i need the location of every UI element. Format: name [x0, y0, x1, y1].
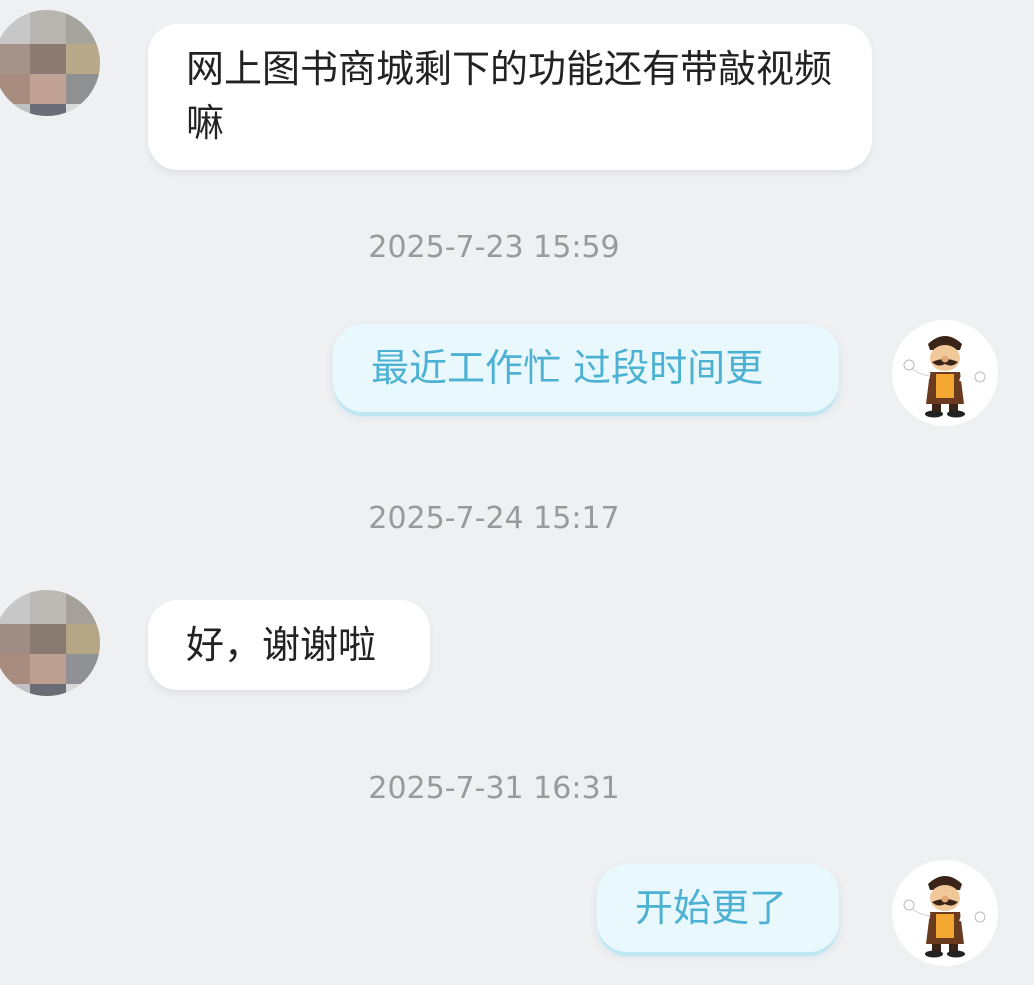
message-text: 网上图书商城剩下的功能还有带敲视频嘛	[186, 47, 833, 145]
my-avatar[interactable]	[892, 320, 998, 426]
timestamp: 2025-7-24 15:17	[368, 501, 620, 536]
timestamp: 2025-7-31 16:31	[368, 771, 620, 806]
cartoon-chef-avatar-icon	[892, 320, 998, 426]
pixelated-avatar-icon	[0, 590, 100, 696]
timestamp: 2025-7-23 15:59	[368, 230, 620, 265]
message-bubble-incoming[interactable]: 好，谢谢啦	[148, 600, 430, 690]
message-text: 最近工作忙 过段时间更	[371, 346, 764, 390]
my-avatar[interactable]	[892, 860, 998, 966]
pixelated-avatar-icon	[0, 10, 100, 116]
message-bubble-outgoing[interactable]: 最近工作忙 过段时间更	[333, 324, 839, 412]
message-text: 好，谢谢啦	[186, 623, 377, 667]
message-bubble-incoming[interactable]: 网上图书商城剩下的功能还有带敲视频嘛	[148, 24, 872, 170]
message-text: 开始更了	[635, 886, 788, 930]
other-user-avatar[interactable]	[0, 10, 100, 116]
other-user-avatar[interactable]	[0, 590, 100, 696]
cartoon-chef-avatar-icon	[892, 860, 998, 966]
message-bubble-outgoing[interactable]: 开始更了	[597, 864, 839, 952]
